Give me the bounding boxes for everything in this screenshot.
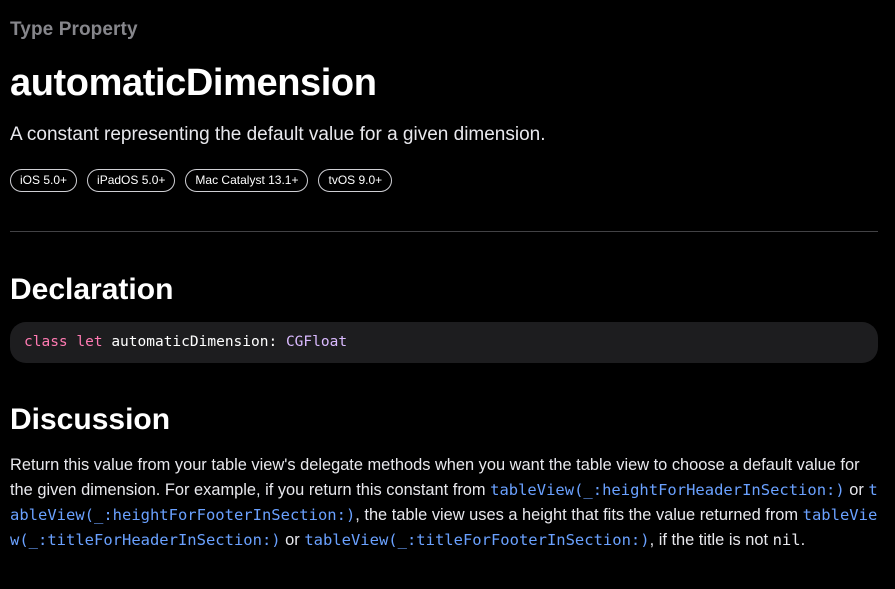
section-divider <box>10 231 878 232</box>
code-colon: : <box>268 334 278 350</box>
code-identifier: automaticDimension <box>111 334 269 350</box>
link-height-for-header[interactable]: tableView(_:heightForHeaderInSection:) <box>490 481 845 499</box>
page-abstract: A constant representing the default valu… <box>10 124 546 145</box>
discussion-text-5: , if the title is not <box>649 531 773 549</box>
page-title: automaticDimension <box>10 62 377 104</box>
declaration-code-block: class let automaticDimension: CGFloat <box>10 322 878 363</box>
badge-tvos: tvOS 9.0+ <box>318 169 393 192</box>
discussion-text-6: . <box>800 531 806 549</box>
badge-ios: iOS 5.0+ <box>10 169 78 192</box>
discussion-text-3: , the table view uses a height that fits… <box>355 506 803 524</box>
declaration-heading: Declaration <box>10 273 174 306</box>
code-type-link[interactable]: CGFloat <box>286 334 347 350</box>
code-keyword-class: class <box>24 334 68 350</box>
link-title-for-footer[interactable]: tableView(_:titleForFooterInSection:) <box>304 531 649 549</box>
availability-badges: iOS 5.0+ iPadOS 5.0+ Mac Catalyst 13.1+ … <box>10 169 393 192</box>
discussion-text-4: or <box>280 531 305 549</box>
discussion-text-2: or <box>844 481 869 499</box>
badge-mac-catalyst: Mac Catalyst 13.1+ <box>185 169 309 192</box>
discussion-paragraph: Return this value from your table view's… <box>10 453 878 553</box>
code-keyword-let: let <box>76 334 103 350</box>
page-eyebrow: Type Property <box>10 19 138 40</box>
discussion-heading: Discussion <box>10 403 171 436</box>
badge-ipados: iPadOS 5.0+ <box>87 169 176 192</box>
inline-code-nil: nil <box>772 531 801 549</box>
